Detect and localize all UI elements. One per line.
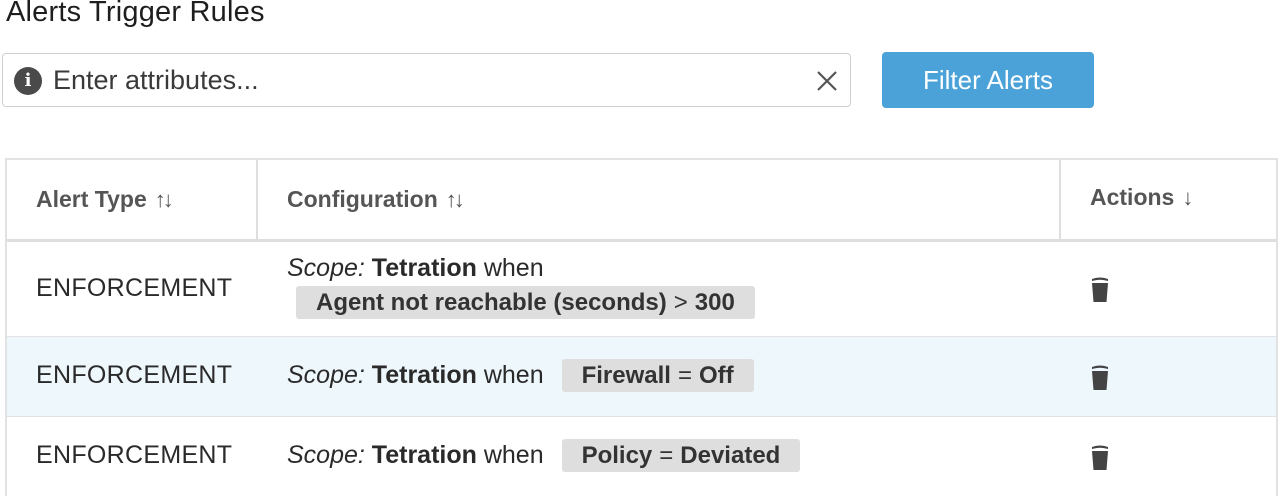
page-title: Alerts Trigger Rules bbox=[6, 0, 265, 28]
sort-icon: ↑↓ bbox=[445, 186, 465, 212]
scope-name: Tetration bbox=[371, 361, 477, 389]
scope-label: Scope: bbox=[287, 361, 365, 389]
when-text: when bbox=[483, 441, 544, 469]
condition-attribute: Agent not reachable (seconds) bbox=[316, 289, 667, 316]
column-header-label: Configuration bbox=[287, 186, 438, 212]
column-header-alert-type[interactable]: Alert Type ↑↓ bbox=[36, 160, 174, 239]
condition-value: 300 bbox=[694, 289, 735, 316]
condition-operator: = bbox=[677, 362, 692, 389]
column-header-label: Actions bbox=[1090, 184, 1175, 210]
condition-pill: Firewall = Off bbox=[561, 359, 754, 392]
table-row: ENFORCEMENT Scope: Tetration when Policy… bbox=[7, 417, 1276, 496]
scope-name: Tetration bbox=[371, 441, 477, 469]
sort-icon: ↓ bbox=[1182, 184, 1193, 210]
column-divider bbox=[256, 160, 258, 239]
table-row: ENFORCEMENT Scope: Tetration when Firewa… bbox=[7, 337, 1276, 417]
table-row: ENFORCEMENT Scope: Tetration when Agent … bbox=[7, 242, 1276, 337]
configuration-cell: Scope: Tetration when Policy = Deviated bbox=[287, 439, 801, 472]
column-header-configuration[interactable]: Configuration ↑↓ bbox=[287, 160, 465, 239]
alert-type-cell: ENFORCEMENT bbox=[36, 361, 233, 389]
trash-icon[interactable] bbox=[1089, 443, 1111, 471]
scope-label: Scope: bbox=[287, 441, 365, 469]
column-header-actions[interactable]: Actions ↓ bbox=[1090, 158, 1193, 237]
sort-icon: ↑↓ bbox=[154, 186, 174, 212]
table-header: Alert Type ↑↓ Configuration ↑↓ Actions ↓ bbox=[7, 160, 1276, 242]
alert-type-cell: ENFORCEMENT bbox=[36, 441, 233, 469]
alert-type-cell: ENFORCEMENT bbox=[36, 274, 233, 302]
scope-label: Scope: bbox=[287, 254, 365, 282]
condition-operator: > bbox=[673, 289, 688, 316]
filter-alerts-button[interactable]: Filter Alerts bbox=[882, 52, 1094, 108]
condition-value: Deviated bbox=[680, 442, 781, 469]
trash-icon[interactable] bbox=[1089, 363, 1111, 391]
condition-value: Off bbox=[698, 362, 734, 389]
condition-pill: Agent not reachable (seconds) >300 bbox=[296, 286, 755, 319]
info-icon: i bbox=[14, 67, 42, 95]
alerts-table: Alert Type ↑↓ Configuration ↑↓ Actions ↓… bbox=[5, 158, 1278, 496]
configuration-cell: Scope: Tetration when Firewall = Off bbox=[287, 359, 754, 392]
when-text: when bbox=[483, 254, 544, 282]
when-text: when bbox=[483, 361, 544, 389]
condition-attribute: Firewall bbox=[581, 362, 671, 389]
column-header-label: Alert Type bbox=[36, 186, 147, 212]
condition-operator: = bbox=[659, 442, 674, 469]
trash-icon[interactable] bbox=[1089, 275, 1111, 303]
close-icon[interactable] bbox=[814, 68, 840, 94]
scope-name: Tetration bbox=[371, 254, 477, 282]
search-box[interactable]: i bbox=[2, 53, 851, 107]
configuration-cell: Scope: Tetration when Agent not reachabl… bbox=[287, 254, 755, 319]
condition-pill: Policy = Deviated bbox=[561, 439, 801, 472]
search-input[interactable] bbox=[53, 54, 793, 106]
condition-attribute: Policy bbox=[581, 442, 653, 469]
column-divider bbox=[1059, 160, 1061, 239]
